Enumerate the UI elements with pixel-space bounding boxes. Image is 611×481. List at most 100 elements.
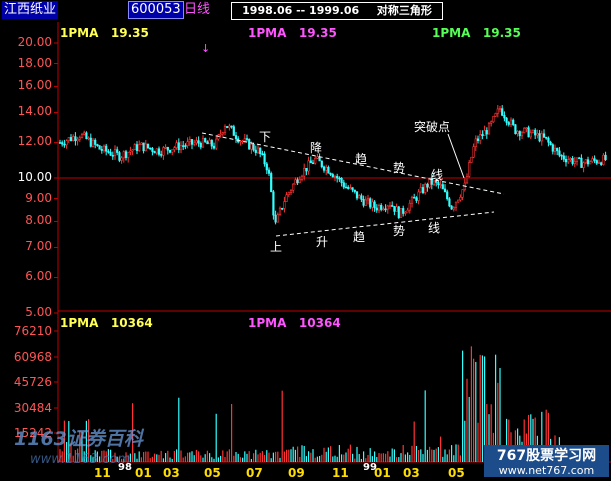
- candle-body: [120, 157, 123, 161]
- candle-body: [175, 142, 178, 149]
- candle-body: [547, 137, 550, 143]
- candle-body: [157, 148, 161, 155]
- volume-legend-1: 1PMA 10364: [60, 316, 153, 330]
- candle-body: [173, 147, 176, 150]
- price-legend-3-label: 1PMA: [432, 26, 471, 40]
- candle-body: [305, 167, 308, 172]
- volume-legend-1-value: 10364: [110, 316, 153, 330]
- candle-body: [300, 175, 304, 180]
- candle-body: [320, 160, 323, 168]
- candle-body: [474, 138, 477, 147]
- candle-body: [226, 126, 229, 129]
- candle-body: [402, 208, 405, 214]
- candle-body: [219, 133, 222, 136]
- candle-body: [283, 201, 286, 209]
- candle-body: [545, 136, 548, 139]
- candle-body: [481, 134, 484, 136]
- candle-body: [67, 137, 70, 142]
- candle-body: [560, 154, 563, 157]
- candle-body: [520, 132, 524, 137]
- candle-body: [336, 175, 339, 179]
- price-tick-label: 8.00: [25, 213, 52, 228]
- candle-body: [146, 143, 150, 149]
- candle-body: [395, 206, 398, 212]
- month-label: 01: [374, 466, 391, 480]
- candle-body: [399, 208, 403, 218]
- price-legend-1-value: 19.35: [110, 26, 149, 40]
- candle-body: [272, 191, 275, 216]
- candle-body: [377, 204, 381, 211]
- candle-body: [476, 138, 480, 141]
- stock-chart[interactable]: [0, 0, 611, 481]
- candle-body: [586, 159, 590, 165]
- candle-body: [228, 125, 231, 129]
- candle-body: [355, 191, 359, 199]
- price-tick-label: 16.00: [17, 78, 52, 93]
- candle-body: [338, 177, 341, 180]
- candle-body: [230, 125, 233, 128]
- price-tick-label: 20.00: [17, 35, 52, 49]
- candle-body: [254, 149, 257, 153]
- candle-body: [212, 145, 216, 149]
- candle-body: [575, 157, 579, 162]
- candle-body: [518, 131, 521, 137]
- candle-body: [118, 152, 121, 161]
- candle-body: [127, 151, 130, 158]
- candle-body: [388, 205, 392, 207]
- candle-body: [309, 160, 312, 164]
- candle-body: [542, 133, 546, 138]
- candle-body: [536, 133, 539, 136]
- candle-body: [259, 147, 262, 155]
- candle-body: [443, 188, 447, 193]
- candle-body: [261, 153, 264, 156]
- candle-body: [452, 207, 455, 210]
- candle-body: [507, 122, 510, 125]
- candle-body: [100, 148, 103, 151]
- candle-body: [177, 142, 180, 151]
- candle-body: [215, 138, 218, 149]
- candle-body: [168, 149, 172, 153]
- price-tick-label: 10.00: [17, 170, 52, 184]
- candle-body: [371, 201, 374, 208]
- candle-body: [102, 145, 106, 151]
- candle-body: [496, 108, 499, 114]
- candle-body: [111, 154, 114, 157]
- candle-body: [325, 166, 328, 171]
- candle-body: [243, 138, 246, 142]
- candle-body: [503, 115, 506, 119]
- candle-body: [556, 147, 559, 152]
- candle-body: [479, 134, 482, 141]
- candle-body: [179, 145, 183, 151]
- candle-body: [267, 169, 271, 174]
- volume-tick-1: 76210: [13, 324, 52, 338]
- candle-body: [424, 183, 427, 193]
- candle-body: [298, 179, 301, 184]
- candle-body: [182, 145, 185, 147]
- candle-body: [483, 130, 486, 136]
- candle-body: [204, 138, 207, 143]
- volume-tick-2: 60968: [13, 350, 52, 364]
- candle-body: [580, 157, 583, 168]
- candle-body: [327, 166, 330, 174]
- candle-body: [498, 108, 502, 110]
- candle-body: [285, 194, 288, 202]
- annotation-upper-1: 下: [259, 130, 272, 144]
- candle-body: [441, 184, 444, 190]
- candle-body: [457, 199, 460, 203]
- candle-body: [153, 151, 156, 154]
- price-tick-label: 7.00: [25, 239, 52, 254]
- candle-body: [353, 189, 356, 192]
- candle-body: [107, 150, 110, 153]
- candle-body: [512, 119, 515, 125]
- ascending-trend-line: [275, 211, 495, 237]
- candle-body: [551, 144, 554, 152]
- candle-body: [287, 192, 290, 195]
- candle-body: [446, 191, 449, 200]
- candle-body: [595, 160, 598, 164]
- candle-body: [206, 141, 209, 145]
- candle-body: [234, 135, 238, 140]
- candle-body: [164, 146, 167, 149]
- candle-body: [307, 160, 310, 172]
- candle-body: [364, 199, 367, 206]
- candle-body: [571, 158, 574, 164]
